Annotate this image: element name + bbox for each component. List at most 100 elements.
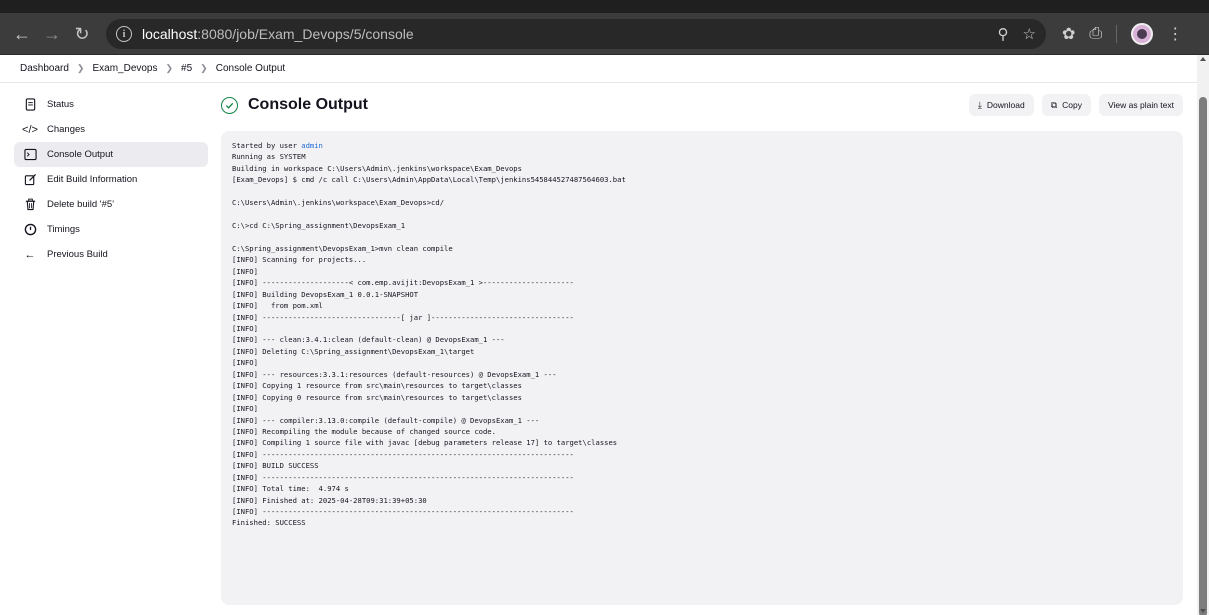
console-line: [INFO] --- compiler:3.13.0:compile (defa… <box>232 415 540 425</box>
console-line: Finished: SUCCESS <box>232 518 306 528</box>
sidebar-item-label: Timings <box>47 224 80 235</box>
breadcrumb-dashboard[interactable]: Dashboard <box>20 63 69 74</box>
console-line: [INFO] ---------------------------------… <box>232 472 574 482</box>
url-host: localhost <box>142 26 198 42</box>
bookmark-star-icon[interactable]: ☆ <box>1023 25 1036 43</box>
console-line: [INFO] <box>232 324 258 333</box>
arrow-left-icon: ← <box>24 248 36 261</box>
console-user-link[interactable]: admin <box>301 141 323 150</box>
console-line: C:\>cd C:\Spring_assignment\DevopsExam_1 <box>232 221 406 231</box>
console-line: [INFO] <box>232 358 258 368</box>
scroll-down-icon[interactable] <box>1200 609 1206 613</box>
code-icon: </> <box>22 123 38 136</box>
sidebar-item-timings[interactable]: Timings <box>14 217 208 242</box>
site-info-icon[interactable]: i <box>116 26 132 42</box>
console-line: [INFO] Building DevopsExam_1 0.0.1-SNAPS… <box>232 289 419 299</box>
console-line: [INFO] BUILD SUCCESS <box>232 461 319 471</box>
tab-strip <box>0 0 1209 13</box>
breadcrumb-job[interactable]: Exam_Devops <box>92 63 157 74</box>
page-header: Console Output ⤓ Download ⧉ Copy View as… <box>221 92 1183 118</box>
console-line: [INFO] --- clean:3.4.1:clean (default-cl… <box>232 335 505 345</box>
sidebar-item-console-output[interactable]: Console Output <box>14 142 208 167</box>
sidebar-item-status[interactable]: Status <box>14 92 208 117</box>
view-plain-text-button[interactable]: View as plain text <box>1099 94 1183 116</box>
console-line: [INFO] Copying 0 resource from src\main\… <box>232 392 522 402</box>
back-icon[interactable]: ← <box>8 20 36 48</box>
console-line: [INFO] --- resources:3.3.1:resources (de… <box>232 369 557 379</box>
sidebar-item-label: Console Output <box>47 149 114 160</box>
console-line: [INFO] Finished at: 2025-04-28T09:31:39+… <box>232 495 427 505</box>
sidebar-item-label: Status <box>47 99 74 110</box>
console-line: Building in workspace C:\Users\Admin\.je… <box>232 163 522 173</box>
sidebar-item-changes[interactable]: </> Changes <box>14 117 208 142</box>
scrollbar-thumb[interactable] <box>1199 97 1207 615</box>
trash-icon <box>22 197 38 213</box>
console-line: [INFO] --------------------< com.emp.avi… <box>232 278 574 288</box>
sidebar-item-delete-build[interactable]: Delete build '#5' <box>14 192 208 217</box>
breadcrumb-console[interactable]: Console Output <box>216 63 286 74</box>
sidebar: Status </> Changes Console Output Edit B… <box>14 92 208 267</box>
url-path: :8080/job/Exam_Devops/5/console <box>197 26 414 42</box>
console-line: [INFO] ---------------------------------… <box>232 449 574 459</box>
console-line: [INFO] Copying 1 resource from src\main\… <box>232 381 522 391</box>
sidebar-item-label: Edit Build Information <box>47 174 138 185</box>
sidebar-item-label: Previous Build <box>47 249 108 260</box>
url-text[interactable]: localhost:8080/job/Exam_Devops/5/console <box>142 26 414 42</box>
reload-icon[interactable]: ↻ <box>68 20 96 48</box>
menu-kebab-icon[interactable]: ⋮ <box>1167 24 1183 44</box>
clock-icon <box>22 222 38 238</box>
console-line: [INFO] Total time: 4.974 s <box>232 484 349 494</box>
console-actions: ⤓ Download ⧉ Copy View as plain text <box>968 94 1183 116</box>
view-plain-text-label: View as plain text <box>1108 100 1174 110</box>
console-line: [INFO] Deleting C:\Spring_assignment\Dev… <box>232 346 475 356</box>
breadcrumb-build[interactable]: #5 <box>181 63 192 74</box>
sidebar-item-previous-build[interactable]: ← Previous Build <box>14 242 208 267</box>
toolbar: ← → ↻ i localhost:8080/job/Exam_Devops/5… <box>0 13 1209 55</box>
chevron-right-icon: ❯ <box>76 63 85 73</box>
console-line: Running as SYSTEM <box>232 152 306 162</box>
success-check-icon <box>221 96 238 114</box>
edit-icon <box>22 172 38 188</box>
console-output[interactable]: Started by user admin Running as SYSTEM Bu… <box>221 131 1183 605</box>
extensions-puzzle-icon[interactable]: ⎙ <box>1089 25 1102 43</box>
document-icon <box>22 97 38 113</box>
console-line: [INFO] --------------------------------[… <box>232 312 574 322</box>
console-started-prefix: Started by user <box>232 141 302 150</box>
page-scrollbar[interactable] <box>1197 55 1209 615</box>
browser-toolbar: ← → ↻ i localhost:8080/job/Exam_Devops/5… <box>0 0 1209 55</box>
extension-icon[interactable]: ✿ <box>1062 24 1075 44</box>
sidebar-item-label: Changes <box>47 124 86 135</box>
scroll-up-icon[interactable] <box>1200 57 1206 61</box>
copy-button[interactable]: ⧉ Copy <box>1041 94 1091 116</box>
profile-avatar-icon[interactable] <box>1131 23 1154 45</box>
sidebar-item-label: Delete build '#5' <box>47 199 115 210</box>
breadcrumb: Dashboard ❯ Exam_Devops ❯ #5 ❯ Console O… <box>0 55 1197 83</box>
page-title: Console Output <box>248 96 368 113</box>
console-line: [INFO] ---------------------------------… <box>232 507 574 516</box>
console-line: C:\Spring_assignment\DevopsExam_1>mvn cl… <box>232 243 453 253</box>
console-line: [INFO] Compiling 1 source file with java… <box>232 438 618 448</box>
copy-icon: ⧉ <box>1050 99 1058 110</box>
address-bar[interactable]: i localhost:8080/job/Exam_Devops/5/conso… <box>106 19 1046 49</box>
console-line: [INFO] Recompiling the module because of… <box>232 426 496 436</box>
console-line: [INFO] Scanning for projects... <box>232 255 367 265</box>
console-line: [Exam_Devops] $ cmd /c call C:\Users\Adm… <box>232 175 626 185</box>
download-label: Download <box>986 100 1025 110</box>
main-content: Console Output ⤓ Download ⧉ Copy View as… <box>221 92 1183 605</box>
download-icon: ⤓ <box>977 99 982 110</box>
console-line: [INFO] <box>232 266 258 276</box>
forward-icon[interactable]: → <box>38 20 66 48</box>
chevron-right-icon: ❯ <box>165 63 174 73</box>
console-line: Started by user admin <box>232 140 1172 151</box>
download-button[interactable]: ⤓ Download <box>968 94 1034 116</box>
chevron-right-icon: ❯ <box>200 63 208 73</box>
console-line: C:\Users\Admin\.jenkins\workspace\Exam_D… <box>232 198 445 208</box>
terminal-icon <box>22 147 38 163</box>
console-line: [INFO] <box>232 404 258 414</box>
copy-label: Copy <box>1062 100 1082 110</box>
sidebar-item-edit-build-information[interactable]: Edit Build Information <box>14 167 208 192</box>
zoom-icon[interactable]: ⚲ <box>998 25 1009 43</box>
